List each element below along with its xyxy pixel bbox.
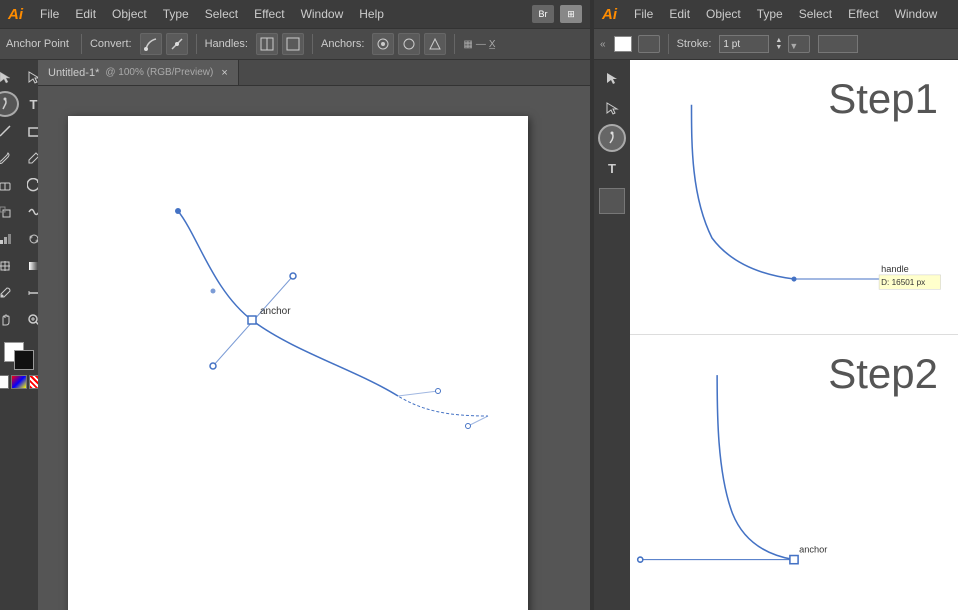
eraser-icon[interactable] [0,172,19,198]
ai-logo-right: Ai [602,6,617,23]
sep4 [454,34,455,54]
eyedropper-icon[interactable] [0,280,19,306]
handles-btn-1[interactable] [256,33,278,55]
menu-effect[interactable]: Effect [247,5,291,23]
r-bottom-swatch[interactable] [599,188,625,214]
step2-label: Step2 [828,350,938,398]
hand-tool-icon[interactable] [0,307,19,333]
menu-help[interactable]: Help [352,5,391,23]
step1-label: Step1 [828,75,938,123]
stroke-label-right: Stroke: [677,38,712,50]
menu-type[interactable]: Type [156,5,196,23]
browser-icon[interactable]: Br [532,5,554,23]
tab-subtitle: @ 100% (RGB/Preview) [105,67,213,78]
canvas-area: anchor [38,86,590,610]
svg-text:anchor: anchor [260,306,291,317]
sep3 [312,34,313,54]
r-type-icon[interactable]: T [598,154,626,182]
tab-bar: Untitled-1* @ 100% (RGB/Preview) × [38,60,590,86]
anchors-btn-1[interactable] [372,33,394,55]
menu-object[interactable]: Object [105,5,154,23]
menu-r-edit[interactable]: Edit [662,5,697,23]
workspace-icon[interactable]: ⊞ [560,5,582,23]
right-tools: T [594,60,630,610]
tab-title: Untitled-1* [48,67,99,79]
convert-btn-1[interactable] [140,33,162,55]
color-btn[interactable] [11,375,27,389]
handles-label: Handles: [205,38,248,50]
menu-window[interactable]: Window [294,5,351,23]
extra-toolbar-icons: ▦—X̲ [463,39,495,50]
none-fill-btn[interactable] [0,375,9,389]
scale-icon[interactable] [0,199,19,225]
handles-btn-2[interactable] [282,33,304,55]
convert-label: Convert: [90,38,132,50]
opacity-bar[interactable] [818,35,858,53]
pen-tool-icon[interactable] [0,91,19,117]
menu-r-window[interactable]: Window [888,5,945,23]
r-direct-select-icon[interactable] [598,94,626,122]
svg-text:anchor: anchor [799,544,827,554]
paintbrush-icon[interactable] [0,145,19,171]
r-pen-tool-icon[interactable] [598,124,626,152]
anchor-point-label: Anchor Point [6,38,69,50]
menu-r-type[interactable]: Type [750,5,790,23]
color-swatches[interactable] [2,340,36,372]
line-tool-icon[interactable] [0,118,19,144]
stroke-dropdown[interactable]: ▼ [788,35,810,53]
menu-r-file[interactable]: File [627,5,660,23]
sep-r1 [668,34,669,54]
sep1 [81,34,82,54]
menu-r-effect[interactable]: Effect [841,5,885,23]
menu-bar-left: Ai File Edit Object Type Select Effect W… [0,0,590,28]
graph-icon[interactable] [0,226,19,252]
svg-text:D: 16501 px: D: 16501 px [881,278,925,287]
stroke-swatch[interactable] [14,350,34,370]
r-selection-icon[interactable] [598,64,626,92]
fill-color-right[interactable] [614,36,632,52]
step2-area: Step2 anchor [630,335,958,610]
mesh-icon[interactable] [0,253,19,279]
sep2 [196,34,197,54]
stroke-spinner[interactable]: ▲ ▼ [775,37,782,51]
menu-edit[interactable]: Edit [68,5,103,23]
anchors-btn-2[interactable] [398,33,420,55]
menu-bar-right: Ai File Edit Object Type Select Effect W… [594,0,958,28]
menu-select[interactable]: Select [198,5,245,23]
toolbar-right: « Stroke: 1 pt ▲ ▼ ▼ [594,28,958,60]
document-tab[interactable]: Untitled-1* @ 100% (RGB/Preview) × [38,60,239,85]
step1-area: Step1 handle D: 16501 px [630,60,958,335]
stroke-color-right[interactable] [638,35,660,53]
stroke-value-input[interactable]: 1 pt [719,35,769,53]
anchors-btn-3[interactable] [424,33,446,55]
anchors-label: Anchors: [321,38,364,50]
menu-r-select[interactable]: Select [792,5,839,23]
canvas-svg: anchor [68,116,528,610]
menu-r-object[interactable]: Object [699,5,748,23]
svg-text:handle: handle [881,264,909,274]
selection-tool-icon[interactable] [0,64,19,90]
tools-sidebar: T [0,60,38,610]
tutorial-content: Step1 handle D: 16501 px [630,60,958,610]
toolbar-left: Anchor Point Convert: Handles: Anchors: [0,28,590,60]
canvas-document: anchor [68,116,528,610]
convert-btn-2[interactable] [166,33,188,55]
tab-close[interactable]: × [221,67,227,79]
ai-logo-left: Ai [8,6,23,23]
menu-file[interactable]: File [33,5,66,23]
collapse-icon[interactable]: « [600,39,606,50]
